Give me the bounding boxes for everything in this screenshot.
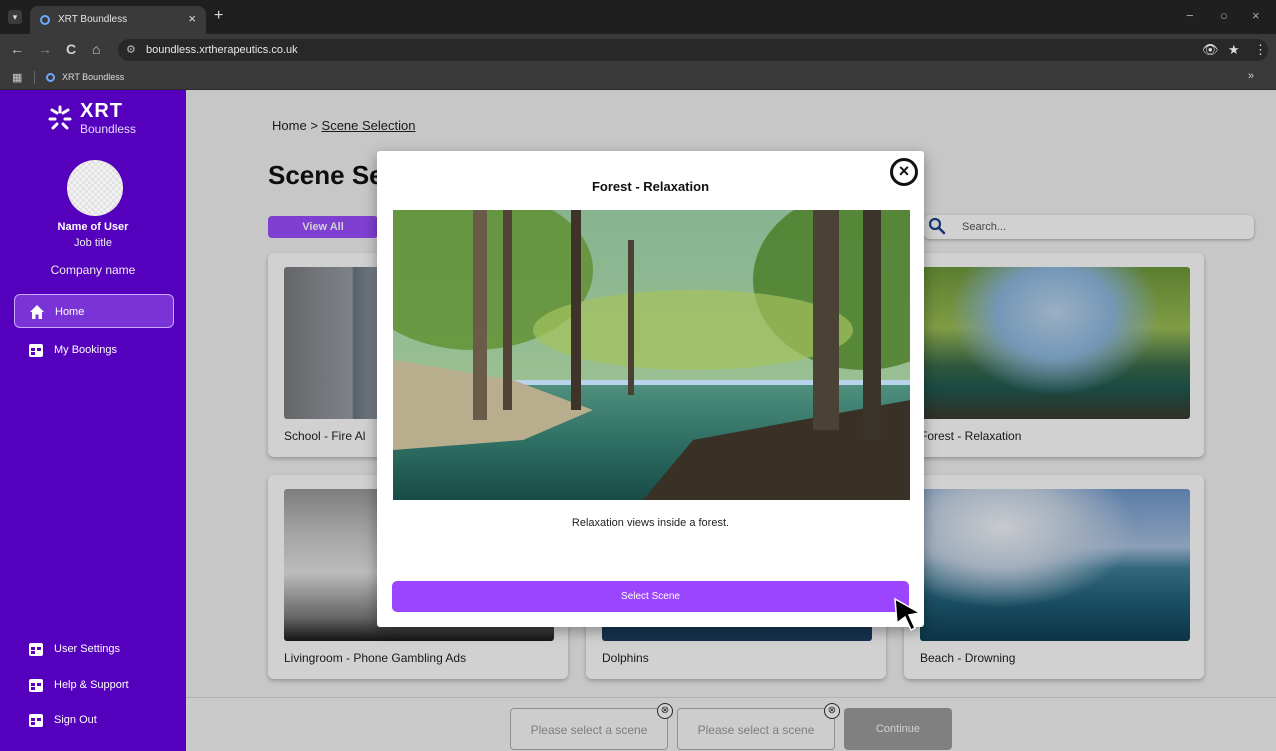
sidebar-item-user-settings[interactable]: User Settings xyxy=(14,632,174,666)
bookmark-xrt[interactable]: XRT Boundless xyxy=(62,72,124,82)
modal-title: Forest - Relaxation xyxy=(591,179,710,194)
tab-favicon-icon xyxy=(40,15,50,25)
site-info-icon[interactable]: ⚙ xyxy=(126,43,136,56)
scene-preview-modal: Forest - Relaxation × Relaxation views i… xyxy=(377,151,924,627)
settings-icon xyxy=(28,641,44,657)
select-scene-button[interactable]: Select Scene xyxy=(392,581,909,612)
maximize-icon[interactable]: ○ xyxy=(1220,8,1228,23)
bookings-icon xyxy=(28,342,44,358)
scene-preview-image xyxy=(393,210,910,500)
browser-tab-bar: ▾ XRT Boundless × + − ○ × xyxy=(0,0,1276,34)
sidebar-item-label: Home xyxy=(55,306,85,318)
minimize-icon[interactable]: − xyxy=(1186,8,1194,23)
xrt-star-logo-icon xyxy=(48,105,72,130)
tab-title: XRT Boundless xyxy=(58,14,128,25)
sign-out-icon xyxy=(28,712,44,728)
sidebar-item-label: Sign Out xyxy=(54,714,97,726)
sidebar: XRT Boundless Name of User Job title Com… xyxy=(0,90,186,751)
browser-menu-icon[interactable]: ⋮ xyxy=(1254,42,1267,58)
mouse-cursor-icon xyxy=(894,597,923,631)
modal-close-icon[interactable]: × xyxy=(890,158,918,186)
window-close-icon[interactable]: × xyxy=(1252,8,1260,23)
modal-description: Relaxation views inside a forest. xyxy=(571,517,730,529)
url-field[interactable]: ⚙ boundless.xrtherapeutics.co.uk 👁 ★ ⋮ xyxy=(118,39,1268,61)
back-icon[interactable]: ← xyxy=(10,41,24,57)
bookmarks-divider xyxy=(34,71,35,84)
user-name: Name of User xyxy=(57,221,129,233)
bookmark-favicon-icon xyxy=(46,73,55,82)
reload-icon[interactable]: C xyxy=(66,41,76,57)
bookmark-star-icon[interactable]: ★ xyxy=(1228,42,1240,58)
sidebar-item-label: User Settings xyxy=(54,643,121,655)
xrt-logo[interactable]: XRT Boundless xyxy=(46,100,146,140)
sidebar-item-home[interactable]: Home xyxy=(14,294,174,328)
tab-search-icon[interactable]: ▾ xyxy=(8,10,22,24)
bookmarks-bar: ▦ XRT Boundless » xyxy=(0,66,1276,90)
home-icon xyxy=(29,304,45,320)
sidebar-item-sign-out[interactable]: Sign Out xyxy=(14,703,174,737)
logo-text-boundless: Boundless xyxy=(80,122,137,136)
more-bookmarks-icon[interactable]: » xyxy=(1248,70,1254,82)
sidebar-item-my-bookings[interactable]: My Bookings xyxy=(14,333,174,367)
logo-text-xrt: XRT xyxy=(80,100,123,122)
sidebar-item-label: Help & Support xyxy=(54,679,129,691)
url-text: boundless.xrtherapeutics.co.uk xyxy=(146,44,298,56)
tab-close-icon[interactable]: × xyxy=(188,11,196,26)
user-company: Company name xyxy=(50,263,136,277)
tracking-eye-icon[interactable]: 👁 xyxy=(1202,42,1219,58)
sidebar-item-help-support[interactable]: Help & Support xyxy=(14,668,174,702)
new-tab-icon[interactable]: + xyxy=(214,7,223,25)
user-job-title: Job title xyxy=(74,237,112,249)
home-browser-icon[interactable]: ⌂ xyxy=(92,41,100,57)
sidebar-item-label: My Bookings xyxy=(54,344,117,356)
browser-tab[interactable]: XRT Boundless × xyxy=(30,6,206,34)
help-icon xyxy=(28,677,44,693)
forward-icon[interactable]: → xyxy=(38,41,52,57)
address-bar-row: ← → C ⌂ ⚙ boundless.xrtherapeutics.co.uk… xyxy=(0,34,1276,66)
apps-grid-icon[interactable]: ▦ xyxy=(12,71,22,84)
avatar[interactable] xyxy=(67,160,123,216)
